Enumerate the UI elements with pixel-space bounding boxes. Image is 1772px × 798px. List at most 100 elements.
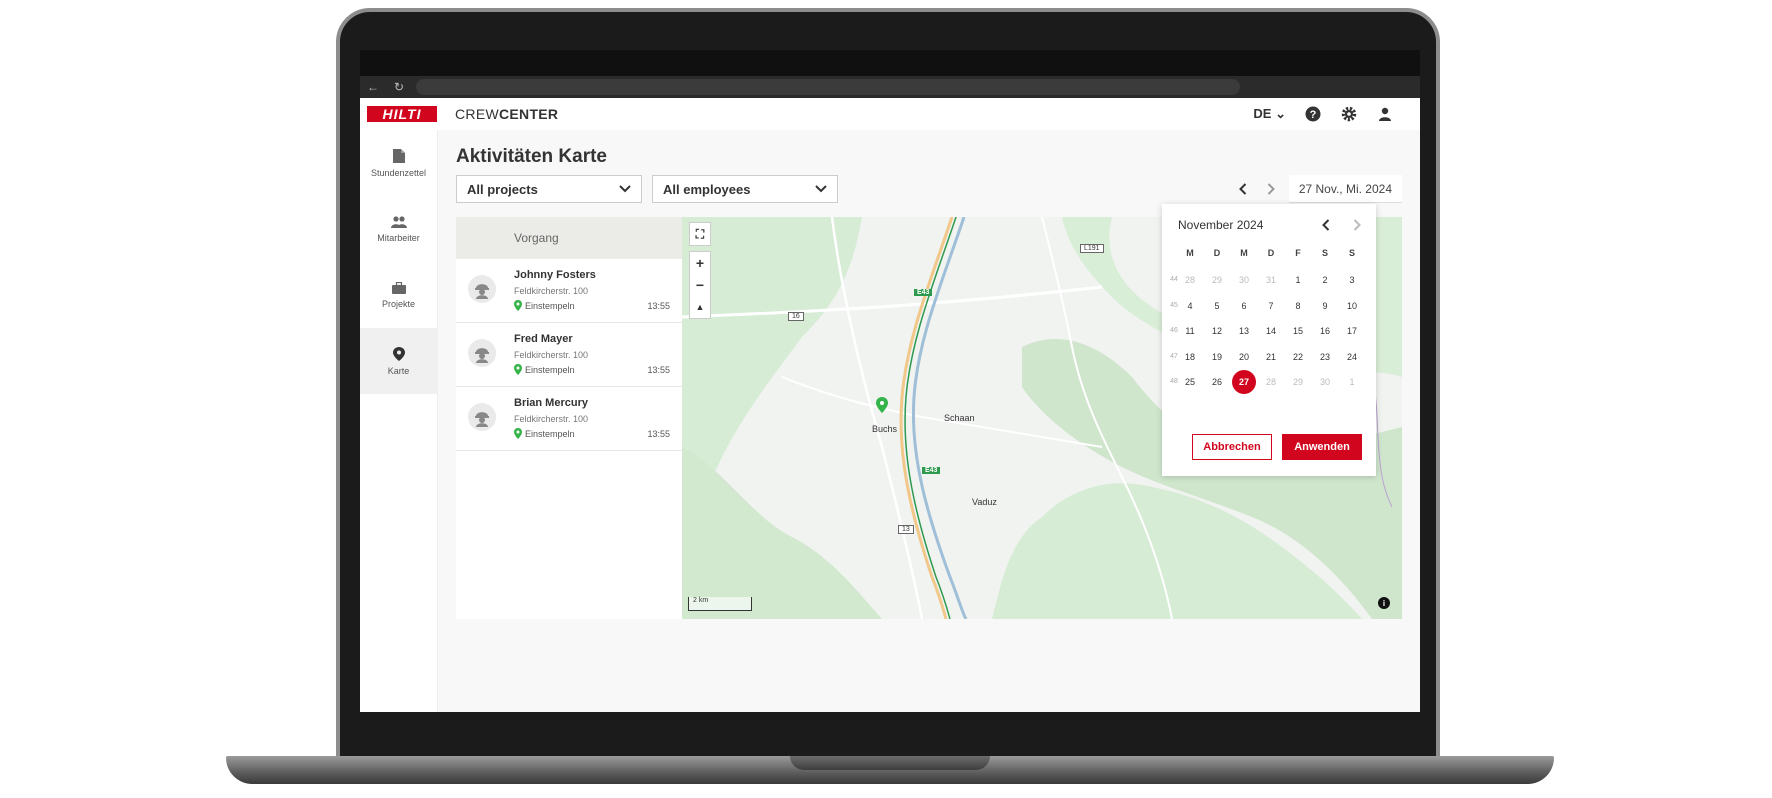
next-month-button[interactable]	[1348, 216, 1366, 234]
calendar-day[interactable]: 2	[1313, 268, 1337, 292]
worker-name: Brian Mercury	[514, 397, 588, 409]
calendar-day[interactable]: 13	[1232, 319, 1256, 343]
calendar-day[interactable]: 31	[1259, 268, 1283, 292]
reload-icon[interactable]: ↻	[386, 80, 412, 94]
calendar-day[interactable]: 26	[1205, 370, 1229, 394]
calendar-day[interactable]: 3	[1340, 268, 1364, 292]
gear-icon[interactable]	[1340, 105, 1358, 123]
calendar-day[interactable]: 8	[1286, 294, 1310, 318]
laptop-mockup: ← ↻ HILTI CREWCENTER DE ⌄ ? Stundenzette…	[0, 0, 1772, 798]
calendar-day[interactable]: 6	[1232, 294, 1256, 318]
highway-label: E43	[922, 467, 941, 474]
map-label-vaduz: Vaduz	[972, 497, 997, 507]
calendar-day[interactable]: 22	[1286, 345, 1310, 369]
previous-day-button[interactable]	[1233, 179, 1253, 199]
calendar-day-selected[interactable]: 27	[1232, 370, 1256, 394]
chevron-right-icon	[1267, 183, 1275, 195]
calendar-day[interactable]: 1	[1286, 268, 1310, 292]
page-title: Aktivitäten Karte	[456, 146, 607, 167]
calendar-day[interactable]: 25	[1178, 370, 1202, 394]
apply-button[interactable]: Anwenden	[1282, 434, 1362, 460]
cancel-button[interactable]: Abbrechen	[1192, 434, 1272, 460]
calendar-day[interactable]: 7	[1259, 294, 1283, 318]
list-item[interactable]: Brian Mercury Feldkircherstr. 100 Einste…	[456, 387, 682, 451]
chevron-left-icon	[1322, 219, 1330, 231]
next-day-button[interactable]	[1261, 179, 1281, 199]
calendar-day[interactable]: 30	[1232, 268, 1256, 292]
worker-time: 13:55	[647, 365, 670, 375]
calendar-day[interactable]: 21	[1259, 345, 1283, 369]
calendar-day[interactable]: 11	[1178, 319, 1202, 343]
browser-toolbar: ← ↻	[360, 76, 1420, 98]
weekday-header: M	[1186, 248, 1194, 258]
weekday-header: D	[1267, 248, 1275, 258]
employee-filter-select[interactable]: All employees	[652, 175, 838, 203]
calendar-day[interactable]: 18	[1178, 345, 1202, 369]
back-icon[interactable]: ←	[360, 80, 386, 94]
fullscreen-icon[interactable]: ⛶	[690, 223, 710, 245]
people-icon	[390, 215, 407, 228]
app-screen: HILTI CREWCENTER DE ⌄ ? Stundenzettel Mi…	[360, 98, 1420, 712]
calendar-day[interactable]: 20	[1232, 345, 1256, 369]
previous-month-button[interactable]	[1317, 216, 1335, 234]
laptop-notch	[790, 756, 990, 770]
weekday-header: M	[1240, 248, 1248, 258]
weekday-header: F	[1295, 248, 1301, 258]
worker-avatar-icon	[468, 403, 496, 431]
calendar-day[interactable]: 17	[1340, 319, 1364, 343]
map-scale: 2 km	[688, 597, 752, 611]
calendar-day[interactable]: 12	[1205, 319, 1229, 343]
sidebar-item-karte[interactable]: Karte	[360, 328, 437, 394]
hilti-logo[interactable]: HILTI	[367, 106, 437, 122]
worker-time: 13:55	[647, 301, 670, 311]
url-bar[interactable]	[416, 79, 1240, 95]
calendar-day[interactable]: 28	[1259, 370, 1283, 394]
info-icon[interactable]: i	[1378, 597, 1390, 609]
user-icon[interactable]	[1376, 105, 1394, 123]
calendar-day[interactable]: 10	[1340, 294, 1364, 318]
sidebar: Stundenzettel Mitarbeiter Projekte Karte	[360, 130, 438, 712]
calendar-day[interactable]: 15	[1286, 319, 1310, 343]
sidebar-item-stundenzettel[interactable]: Stundenzettel	[360, 130, 437, 196]
app-header: HILTI CREWCENTER DE ⌄ ?	[360, 98, 1420, 130]
calendar-day[interactable]: 29	[1286, 370, 1310, 394]
location-pin-icon	[514, 428, 522, 439]
compass-icon[interactable]: ▲	[690, 296, 710, 318]
map-pin-icon	[392, 346, 405, 361]
list-item[interactable]: Johnny Fosters Feldkircherstr. 100 Einst…	[456, 259, 682, 323]
project-filter-select[interactable]: All projects	[456, 175, 642, 203]
calendar-day[interactable]: 16	[1313, 319, 1337, 343]
sidebar-item-projekte[interactable]: Projekte	[360, 262, 437, 328]
map-marker-icon[interactable]	[876, 397, 888, 413]
date-field[interactable]: 27 Nov., Mi. 2024	[1288, 175, 1402, 203]
worker-avatar-icon	[468, 275, 496, 303]
calendar-day[interactable]: 23	[1313, 345, 1337, 369]
calendar-day[interactable]: 4	[1178, 294, 1202, 318]
language-selector[interactable]: DE ⌄	[1253, 106, 1286, 122]
calendar-day[interactable]: 19	[1205, 345, 1229, 369]
calendar-day[interactable]: 28	[1178, 268, 1202, 292]
sidebar-item-mitarbeiter[interactable]: Mitarbeiter	[360, 196, 437, 262]
chevron-down-icon	[815, 185, 827, 193]
calendar-day[interactable]: 5	[1205, 294, 1229, 318]
header-actions: DE ⌄ ?	[1253, 105, 1394, 123]
chevron-down-icon: ⌄	[1275, 106, 1286, 121]
worker-time: 13:55	[647, 429, 670, 439]
zoom-in-button[interactable]: +	[690, 252, 710, 274]
calendar-day[interactable]: 29	[1205, 268, 1229, 292]
calendar-day[interactable]: 9	[1313, 294, 1337, 318]
weekday-header: S	[1348, 248, 1355, 258]
list-item[interactable]: Fred Mayer Feldkircherstr. 100 Einstempe…	[456, 323, 682, 387]
help-icon[interactable]: ?	[1304, 105, 1322, 123]
worker-address: Feldkircherstr. 100	[514, 414, 589, 424]
calendar-day[interactable]: 30	[1313, 370, 1337, 394]
calendar-day[interactable]: 1	[1340, 370, 1364, 394]
calendar-month-label: November 2024	[1178, 218, 1264, 232]
worker-name: Johnny Fosters	[514, 269, 596, 281]
calendar-day[interactable]: 24	[1340, 345, 1364, 369]
calendar-day[interactable]: 14	[1259, 319, 1283, 343]
zoom-out-button[interactable]: −	[690, 274, 710, 296]
briefcase-icon	[391, 281, 406, 294]
worker-name: Fred Mayer	[514, 333, 573, 345]
main-content: Aktivitäten Karte All projects All emplo…	[438, 130, 1420, 712]
